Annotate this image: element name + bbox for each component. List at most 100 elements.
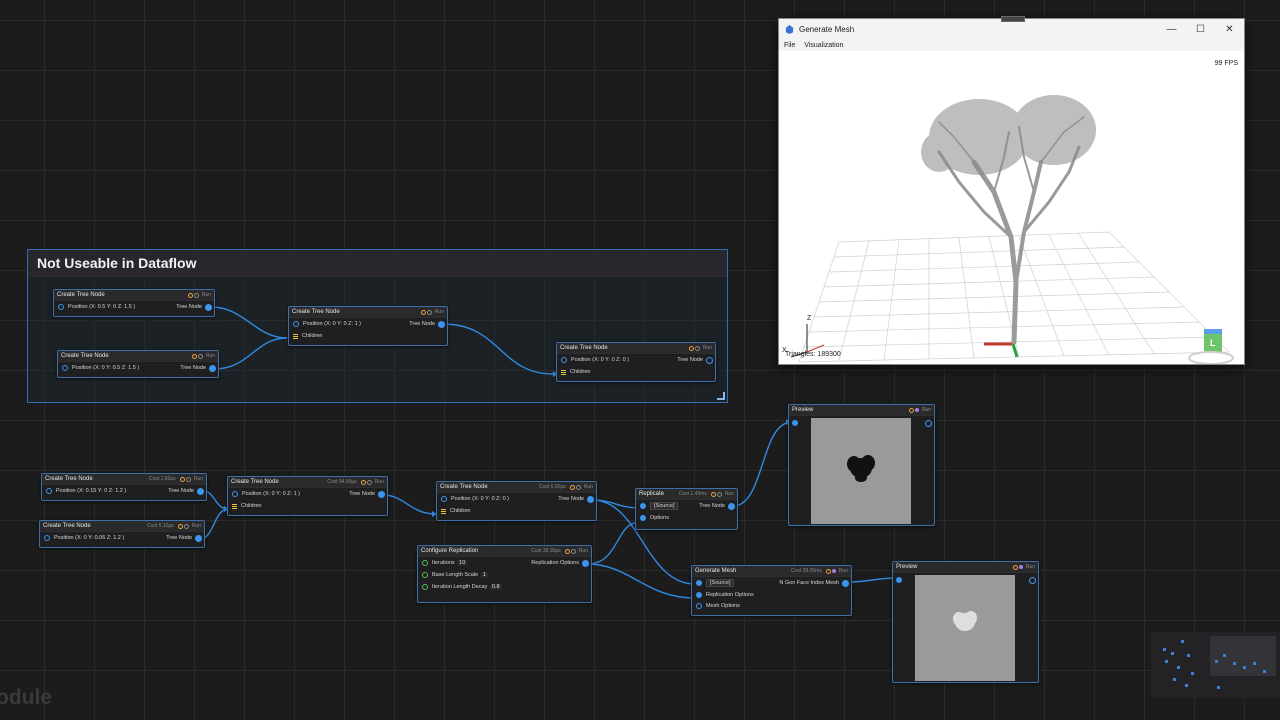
source-chip[interactable]: [Source] [706,579,735,587]
run-button[interactable]: Run [725,491,734,497]
maximize-icon[interactable]: ☐ [1186,24,1215,35]
window-drag-handle[interactable] [1001,16,1025,22]
run-button[interactable]: Run [206,353,215,359]
status-icon [914,408,919,412]
output-pin[interactable] [378,491,385,498]
run-button[interactable]: Run [922,407,931,413]
input-pin[interactable] [232,491,238,497]
run-button[interactable]: Run [375,479,384,485]
run-button[interactable]: Run [202,292,211,298]
source-chip[interactable]: [Source] [650,502,679,510]
output-pin[interactable] [925,420,932,427]
decay-value[interactable]: 0.8 [489,584,502,590]
output-pin[interactable] [728,503,735,510]
input-pin[interactable] [640,515,646,521]
node-preview-1[interactable]: Preview Run [788,404,935,526]
output-pin[interactable] [587,496,594,503]
input-pin[interactable] [696,580,702,586]
run-button[interactable]: Run [194,476,203,482]
output-pin[interactable] [842,580,849,587]
output-pin[interactable] [582,560,589,567]
input-pin[interactable] [422,560,428,566]
output-pin[interactable] [205,304,212,311]
3d-viewport[interactable]: 99 FPS Triangles: 189300 Z X L [779,52,1244,364]
input-pin[interactable] [422,572,428,578]
node-create-tree-4[interactable]: Create Tree Node Cost 6.50µs Run Position … [436,481,597,521]
position-label: Position [242,491,262,497]
list-pin-icon[interactable] [561,369,566,375]
position-label: Position [451,496,471,502]
node-create-tree-g2[interactable]: Create Tree Node Run Position (X: 0 Y: 0.… [57,350,219,378]
input-pin[interactable] [46,488,52,494]
input-pin[interactable] [792,420,798,426]
cost-label: Cost 1.49ms [678,491,707,497]
list-pin-icon[interactable] [293,333,298,339]
minimap[interactable] [1151,632,1280,698]
minimize-icon[interactable]: — [1157,24,1186,35]
output-pin[interactable] [209,365,216,372]
position-value[interactable]: (X: 0 Y: 0.06 Z: 1.2 ) [75,535,124,541]
run-button[interactable]: Run [435,309,444,315]
minimap-viewport[interactable] [1210,636,1276,676]
node-create-tree-g3[interactable]: Create Tree Node Run Position (X: 0 Y: 0 … [288,306,448,346]
node-generate-mesh[interactable]: Generate Mesh Cost 28.05ms Run [Source] Re… [691,565,852,616]
output-pin[interactable] [195,535,202,542]
run-button[interactable]: Run [579,548,588,554]
input-pin[interactable] [441,496,447,502]
input-pin[interactable] [293,321,299,327]
list-pin-icon[interactable] [441,508,446,514]
replication-options-label: Replication Options [706,591,754,598]
base-length-value[interactable]: 1 [480,572,488,578]
input-pin[interactable] [561,357,567,363]
position-value[interactable]: (X: 0 Y: 0.5 Z: 1.5 ) [93,365,139,371]
node-create-tree-1[interactable]: Create Tree Node Cost 1.60µs Run Position … [41,473,207,501]
run-button[interactable]: Run [584,484,593,490]
position-value[interactable]: (X: 0 Y: 0 Z: 1 ) [324,321,361,327]
input-pin[interactable] [58,304,64,310]
position-value[interactable]: (X: 0.5 Y: 0 Z: 1.5 ) [89,304,135,310]
menu-visualization[interactable]: Visualization [804,42,843,49]
output-pin[interactable] [438,321,445,328]
output-pin[interactable] [706,357,713,364]
run-button[interactable]: Run [192,523,201,529]
input-pin[interactable] [422,584,428,590]
iterations-value[interactable]: 10 [457,560,468,566]
node-title: Create Tree Node [61,353,109,359]
node-create-tree-3[interactable]: Create Tree Node Cost 54.50µs Run Position… [227,476,388,516]
preview-image [915,575,1015,681]
node-configure-replication[interactable]: Configure Replication Cost 39.30µs Run Ite… [417,545,592,603]
run-button[interactable]: Run [839,568,848,574]
node-create-tree-g1[interactable]: Create Tree Node Run Position (X: 0.5 Y: … [53,289,215,317]
node-create-tree-2[interactable]: Create Tree Node Cost 5.10µs Run Position … [39,520,205,548]
output-label: Tree Node [176,304,202,310]
app-icon [785,24,794,34]
input-pin[interactable] [62,365,68,371]
run-button[interactable]: Run [703,345,712,351]
output-label: Tree Node [166,535,192,541]
input-pin[interactable] [44,535,50,541]
output-label: N Gon Face Index Mesh [779,580,839,586]
close-icon[interactable]: ✕ [1215,24,1244,35]
input-pin[interactable] [696,602,702,609]
view-cube-label[interactable]: L [1210,338,1216,348]
position-label: Position [72,365,92,371]
position-value[interactable]: (X: 0 Y: 0 Z: 1 ) [263,491,300,497]
resize-handle-icon[interactable] [717,392,725,400]
children-label: Children [241,503,262,509]
position-value[interactable]: (X: 0 Y: 0 Z: 0 ) [592,357,629,363]
node-replicate[interactable]: Replicate Cost 1.49ms Run [Source] Options… [635,488,738,530]
list-pin-icon[interactable] [232,503,237,509]
input-pin[interactable] [896,577,902,583]
position-value[interactable]: (X: 0 Y: 0 Z: 0 ) [472,496,509,502]
run-button[interactable]: Run [1026,564,1035,570]
position-value[interactable]: (X: 0.15 Y: 0 Z: 1.2 ) [77,488,126,494]
input-pin[interactable] [640,503,646,509]
cost-label: Cost 1.60µs [149,476,176,482]
output-pin[interactable] [1029,577,1036,584]
generate-mesh-window[interactable]: Generate Mesh — ☐ ✕ File Visualization 9… [778,16,1245,365]
menu-file[interactable]: File [784,42,795,49]
output-pin[interactable] [197,488,204,495]
input-pin[interactable] [696,591,702,598]
node-create-tree-g4[interactable]: Create Tree Node Run Position (X: 0 Y: 0 … [556,342,716,382]
node-preview-2[interactable]: Preview Run [892,561,1039,683]
